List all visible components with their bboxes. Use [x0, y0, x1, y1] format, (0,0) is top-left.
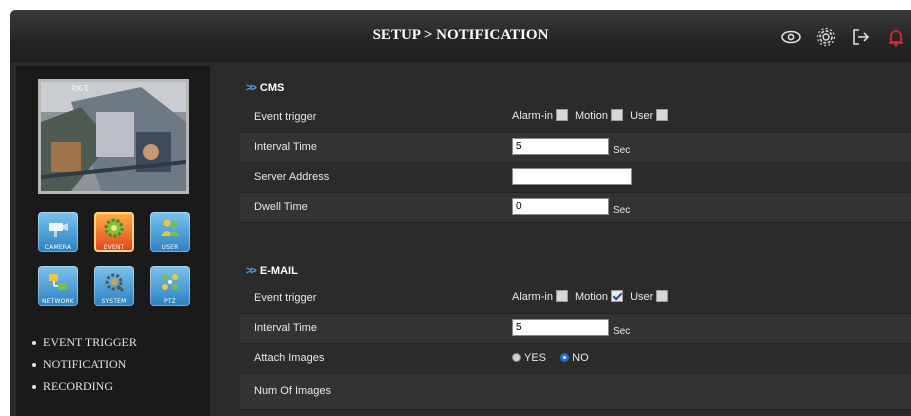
menu-user-label: USER — [161, 244, 179, 251]
menu-camera-label: CAMERA — [44, 244, 72, 251]
subnav-event-trigger[interactable]: EVENT TRIGGER — [32, 335, 137, 350]
cms-interval-input[interactable]: 5 — [512, 138, 609, 155]
menu-network-tile[interactable]: NETWORK — [38, 266, 78, 306]
menu-user-tile[interactable]: USER — [150, 212, 190, 252]
email-attach-options: YES NO — [512, 352, 589, 364]
cms-dwell-input[interactable]: 0 — [512, 198, 609, 215]
attach-yes-label: YES — [524, 352, 547, 364]
cms-server-row: Server Address — [240, 163, 911, 193]
setup-gear-icon[interactable] — [815, 26, 837, 48]
alarm-bell-icon[interactable] — [885, 26, 907, 48]
cms-server-address-input[interactable] — [512, 168, 632, 185]
bullet-icon — [32, 363, 36, 368]
top-bar: SETUP > NOTIFICATION — [10, 10, 911, 62]
menu-system-tile[interactable]: SYSTEM — [94, 266, 134, 306]
double-chevron-icon: >> — [246, 265, 257, 277]
email-alarm-in-checkbox[interactable] — [555, 290, 568, 302]
cms-dwell-unit: Sec — [613, 205, 631, 217]
attach-yes-radio[interactable] — [512, 353, 521, 362]
cms-section-title: CMS — [259, 82, 285, 94]
attach-no-radio[interactable] — [560, 353, 570, 362]
email-alarm-in-label: Alarm-in — [512, 291, 553, 303]
network-icon — [49, 274, 67, 290]
cms-interval-label: Interval Time — [254, 141, 317, 153]
bullet-icon — [32, 341, 36, 346]
attach-no-label: NO — [572, 352, 589, 364]
cms-dwell-label: Dwell Time — [254, 201, 308, 213]
cms-dwell-control: 0 Sec — [512, 198, 630, 216]
email-interval-input[interactable]: 5 — [512, 319, 609, 336]
menu-network-label: NETWORK — [41, 298, 75, 305]
email-attach-row: Attach Images YES NO — [240, 344, 911, 374]
camera-icon — [49, 223, 68, 237]
cms-user-checkbox[interactable] — [656, 109, 669, 121]
cms-server-label: Server Address — [254, 171, 330, 183]
cms-user-label: User — [630, 110, 654, 122]
ptz-icon — [162, 274, 178, 290]
menu-event-label: EVENT — [103, 244, 125, 251]
email-event-trigger-label: Event trigger — [254, 292, 317, 304]
email-user-checkbox[interactable] — [656, 290, 669, 302]
subnav-recording[interactable]: RECORDING — [32, 379, 113, 394]
system-wrench-icon — [105, 273, 125, 293]
email-event-trigger-row: Event trigger Alarm-in Motion User — [240, 284, 911, 314]
event-gear-icon — [104, 218, 124, 238]
live-view-eye-icon[interactable] — [780, 26, 802, 48]
email-motion-label: Motion — [575, 291, 609, 303]
menu-ptz-label: PTZ — [164, 298, 176, 305]
camera-preview[interactable]: RK-1 — [38, 79, 189, 194]
menu-camera-tile[interactable]: CAMERA — [38, 212, 78, 252]
cms-event-trigger-label: Event trigger — [254, 111, 317, 123]
menu-system-label: SYSTEM — [101, 298, 127, 305]
email-user-label: User — [630, 291, 654, 303]
menu-event-tile[interactable]: EVENT — [94, 212, 134, 252]
cms-event-trigger-options: Alarm-in Motion User — [512, 109, 672, 122]
subnav-notification-label: NOTIFICATION — [43, 357, 127, 371]
email-motion-checkbox[interactable] — [611, 290, 624, 302]
email-interval-control: 5 Sec — [512, 319, 630, 337]
email-event-trigger-options: Alarm-in Motion User — [512, 290, 672, 303]
email-interval-label: Interval Time — [254, 322, 317, 334]
email-num-images-row: Num Of Images — [240, 374, 911, 410]
email-section-title: E-MAIL — [259, 265, 298, 277]
cms-interval-control: 5 Sec — [512, 138, 630, 156]
double-chevron-icon: >> — [246, 82, 257, 94]
email-interval-unit: Sec — [613, 326, 631, 338]
menu-ptz-tile[interactable]: PTZ — [150, 266, 190, 306]
cms-alarm-in-label: Alarm-in — [512, 110, 553, 122]
bullet-icon — [32, 385, 36, 390]
email-interval-row: Interval Time 5 Sec — [240, 314, 911, 344]
subnav-event-trigger-label: EVENT TRIGGER — [43, 335, 137, 349]
cms-dwell-row: Dwell Time 0 Sec — [240, 193, 911, 223]
logout-icon[interactable] — [850, 26, 872, 48]
page-title: SETUP > NOTIFICATION — [372, 27, 549, 43]
cms-motion-checkbox[interactable] — [611, 109, 624, 121]
cms-alarm-in-checkbox[interactable] — [555, 109, 568, 121]
preview-overlay-text: RK-1 — [71, 84, 89, 93]
email-num-images-label: Num Of Images — [254, 385, 332, 397]
cms-server-control — [512, 168, 632, 185]
cms-interval-unit: Sec — [613, 145, 631, 157]
subnav-recording-label: RECORDING — [43, 379, 114, 393]
cms-interval-row: Interval Time 5 Sec — [240, 133, 911, 163]
cms-motion-label: Motion — [575, 110, 609, 122]
email-attach-label: Attach Images — [254, 352, 325, 364]
subnav-notification[interactable]: NOTIFICATION — [32, 357, 126, 372]
cms-event-trigger-row: Event trigger Alarm-in Motion User — [240, 103, 911, 133]
user-icon — [161, 219, 180, 236]
